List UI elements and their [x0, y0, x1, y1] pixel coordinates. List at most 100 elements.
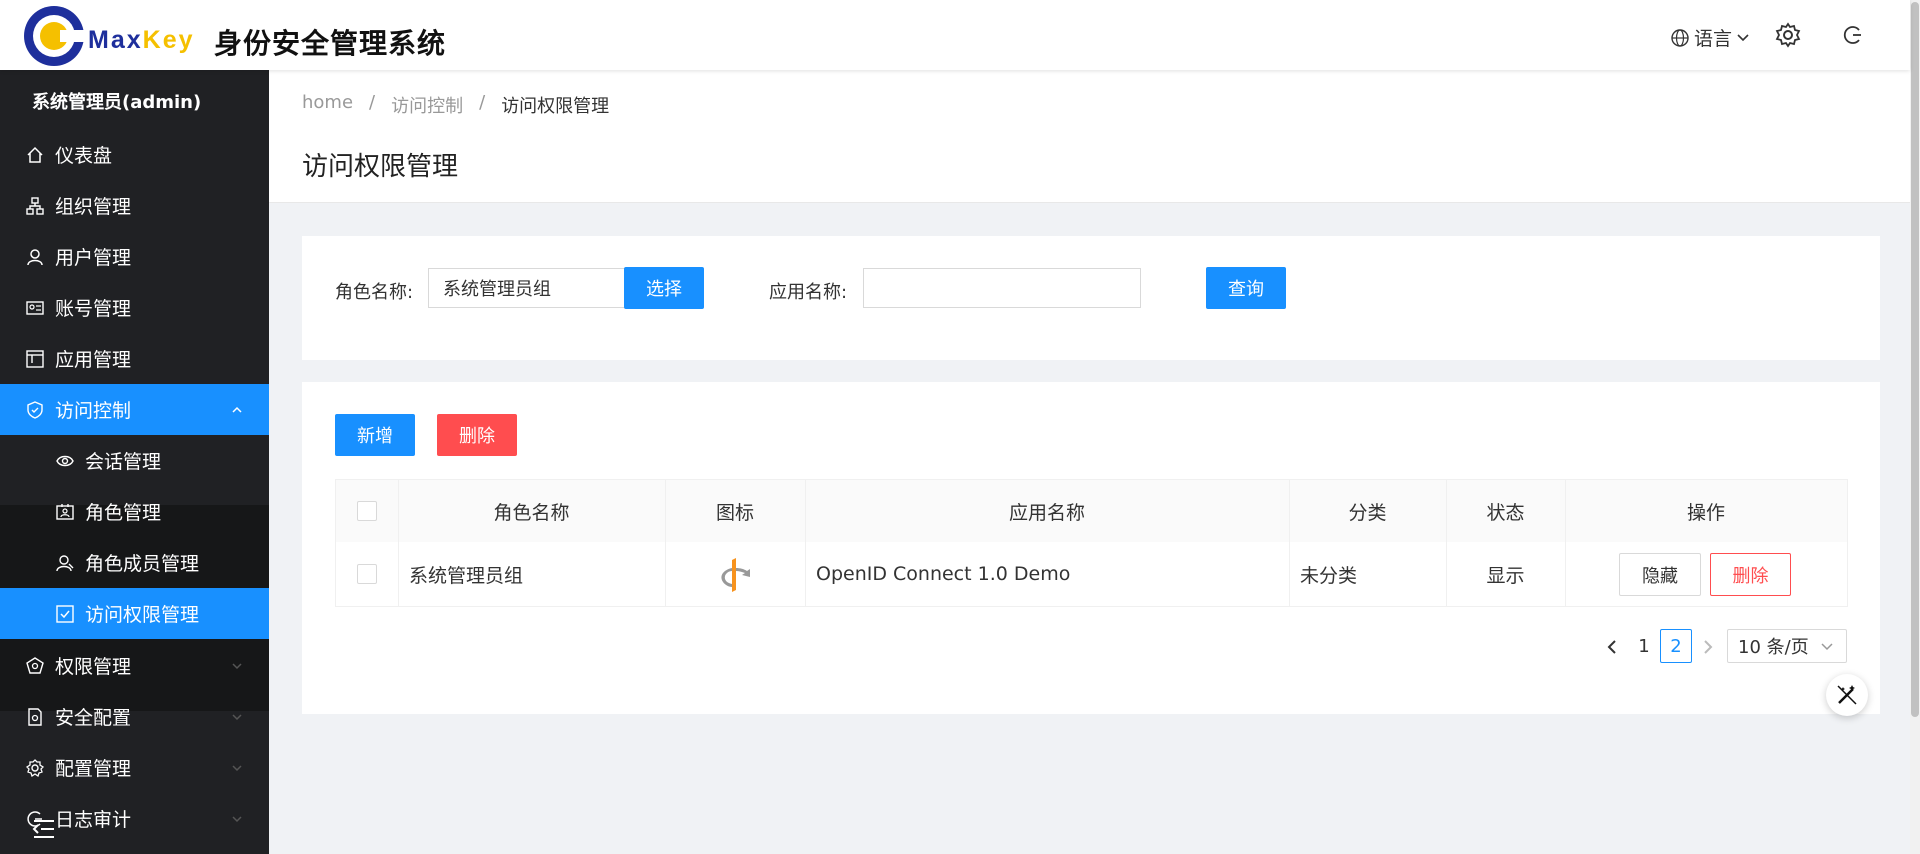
magic-wand-button[interactable] — [1826, 674, 1868, 716]
cell-app-name: OpenID Connect 1.0 Demo — [816, 563, 1071, 585]
col-status: 状态 — [1486, 501, 1525, 524]
sidebar-item-label: 仪表盘 — [55, 145, 113, 167]
brand-max: Max — [88, 26, 143, 54]
logout-icon[interactable] — [1840, 22, 1866, 48]
page-title: 访问权限管理 — [302, 152, 459, 182]
page-1[interactable]: 1 — [1628, 629, 1660, 663]
user-icon — [27, 248, 43, 265]
sidebar-item-org[interactable]: 组织管理 — [0, 180, 269, 231]
col-actions: 操作 — [1686, 501, 1725, 524]
sidebar-item-config[interactable]: 配置管理 — [0, 742, 269, 793]
sidebar-item-label: 权限管理 — [55, 656, 132, 678]
sidebar-subitem-access-permissions[interactable]: 访问权限管理 — [0, 588, 269, 639]
home-icon — [27, 146, 43, 163]
hide-button[interactable]: 隐藏 — [1619, 553, 1701, 596]
app-name-input[interactable] — [863, 268, 1141, 308]
role-name-input[interactable]: 系统管理员组 — [428, 268, 626, 308]
page-2[interactable]: 2 — [1660, 629, 1692, 663]
app-icon — [26, 349, 44, 368]
table-header: 角色名称 图标 应用名称 分类 状态 操作 — [336, 480, 1847, 543]
app-name-label: 应用名称: — [769, 282, 848, 303]
eye-icon — [56, 455, 74, 466]
breadcrumb: home / 访问控制 / 访问权限管理 — [302, 92, 609, 118]
select-role-button[interactable]: 选择 — [624, 267, 704, 309]
permission-icon — [26, 656, 44, 674]
sidebar-subitem-role-members[interactable]: 角色成员管理 — [0, 537, 269, 588]
cell-icon — [665, 542, 805, 606]
column-divider — [665, 480, 666, 606]
column-divider — [1446, 480, 1447, 606]
system-title: 身份安全管理系统 — [214, 27, 447, 60]
col-app-name: 应用名称 — [1008, 501, 1085, 524]
page-size-value: 10 条/页 — [1738, 637, 1809, 658]
select-all-checkbox[interactable] — [357, 501, 377, 521]
page-size-select[interactable]: 10 条/页 — [1727, 629, 1847, 663]
breadcrumb-home[interactable]: home — [302, 92, 353, 118]
role-icon — [56, 503, 74, 520]
row-delete-button[interactable]: 删除 — [1710, 553, 1791, 596]
header-select-cell — [336, 480, 398, 542]
sidebar-item-users[interactable]: 用户管理 — [0, 231, 269, 282]
security-file-icon — [28, 707, 42, 726]
members-icon — [56, 554, 74, 571]
column-divider — [398, 480, 399, 606]
column-divider — [1565, 480, 1566, 606]
delete-selected-button[interactable]: 删除 — [437, 414, 517, 456]
sidebar-item-permissions[interactable]: 权限管理 — [0, 640, 269, 691]
breadcrumb-current: 访问权限管理 — [501, 96, 610, 117]
sidebar-item-accounts[interactable]: 账号管理 — [0, 282, 269, 333]
page-scrollbar-thumb[interactable] — [1911, 2, 1919, 717]
brand-name: MaxKey — [88, 26, 195, 55]
query-button[interactable]: 查询 — [1206, 267, 1286, 309]
cell-category: 未分类 — [1300, 564, 1358, 587]
sidebar-item-security-config[interactable]: 安全配置 — [0, 691, 269, 742]
language-switch[interactable]: 语言 — [1670, 24, 1750, 51]
sidebar-item-label: 安全配置 — [55, 707, 132, 729]
gear-icon — [26, 758, 44, 777]
chevron-down-icon — [232, 764, 242, 771]
id-card-icon — [26, 300, 44, 315]
row-checkbox[interactable] — [357, 564, 377, 584]
chevron-down-icon — [232, 815, 242, 822]
sidebar-item-label: 日志审计 — [55, 809, 132, 831]
col-category: 分类 — [1348, 501, 1387, 524]
add-button[interactable]: 新增 — [335, 414, 415, 456]
top-header: MaxKey 身份安全管理系统 语言 — [0, 0, 1910, 70]
sidebar-subitem-sessions[interactable]: 会话管理 — [0, 435, 269, 486]
breadcrumb-separator: / — [479, 92, 486, 113]
maxkey-logo — [24, 6, 86, 66]
globe-icon — [1671, 28, 1689, 47]
chevron-down-icon — [232, 662, 242, 669]
sidebar-item-access-control[interactable]: 访问控制 — [0, 384, 269, 435]
magic-wand-icon — [1837, 685, 1857, 705]
sidebar-item-label: 应用管理 — [55, 349, 132, 371]
breadcrumb-separator: / — [369, 92, 376, 113]
search-card: 角色名称: 系统管理员组 选择 应用名称: 查询 — [302, 236, 1880, 360]
col-icon: 图标 — [715, 501, 754, 524]
page-header: home / 访问控制 / 访问权限管理 访问权限管理 — [269, 70, 1910, 203]
chevron-down-icon — [1821, 643, 1833, 651]
openid-icon — [721, 558, 750, 592]
sidebar: 系统管理员(admin) 仪表盘 组织管理 用户管理 账号管理 应用管理 访问控… — [0, 70, 269, 854]
column-divider — [1289, 480, 1290, 606]
col-role-name: 角色名称 — [493, 501, 570, 524]
sidebar-item-label: 配置管理 — [55, 758, 132, 780]
menu-collapse-icon[interactable] — [32, 818, 56, 840]
sidebar-item-label: 访问控制 — [55, 400, 132, 422]
chevron-down-icon — [1737, 33, 1749, 41]
chevron-down-icon — [232, 713, 242, 720]
sidebar-item-label: 账号管理 — [55, 298, 132, 320]
check-square-icon — [56, 604, 74, 623]
row-select-cell — [336, 542, 398, 606]
next-page-icon[interactable] — [1696, 635, 1720, 659]
cell-actions — [1565, 542, 1847, 606]
cell-status: 显示 — [1486, 564, 1525, 587]
sidebar-item-apps[interactable]: 应用管理 — [0, 333, 269, 384]
sidebar-subitem-roles[interactable]: 角色管理 — [0, 486, 269, 537]
sidebar-item-dashboard[interactable]: 仪表盘 — [0, 129, 269, 180]
prev-page-icon[interactable] — [1600, 635, 1624, 659]
language-label: 语言 — [1694, 28, 1733, 50]
breadcrumb-access-control[interactable]: 访问控制 — [391, 92, 463, 118]
settings-gear-icon[interactable] — [1775, 22, 1801, 48]
shield-icon — [27, 400, 43, 419]
